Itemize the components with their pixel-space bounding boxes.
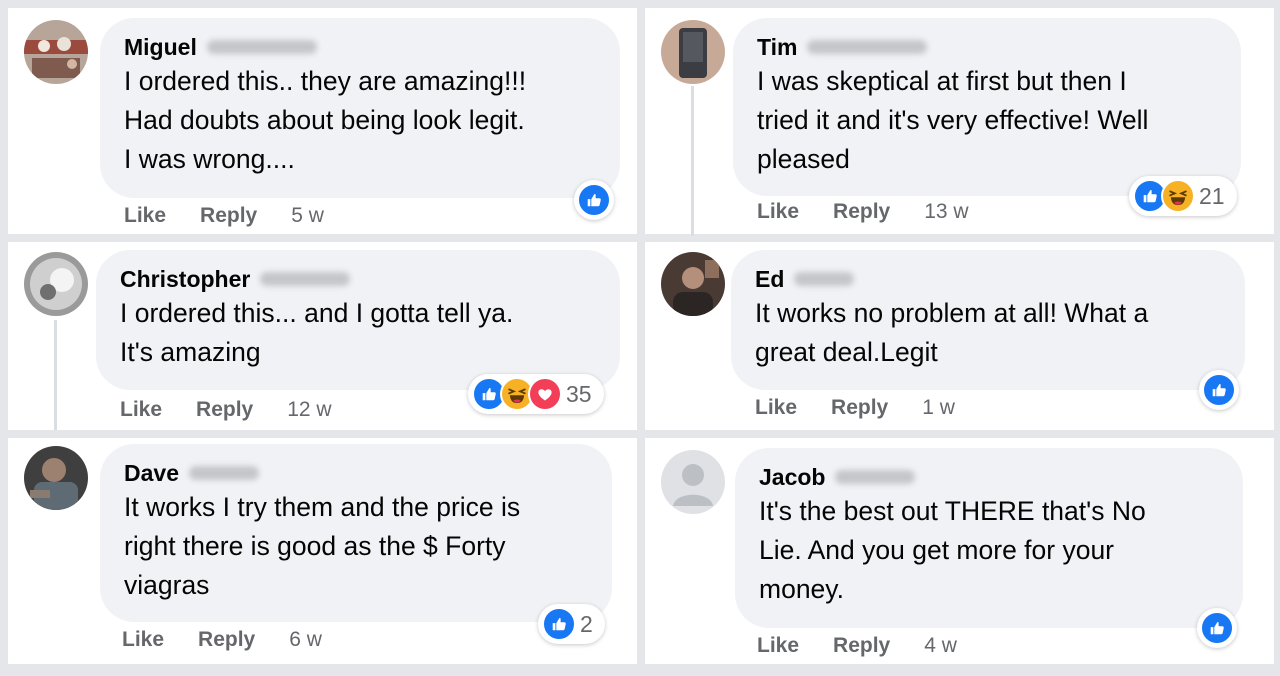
avatar[interactable] xyxy=(661,20,725,84)
love-icon xyxy=(528,377,562,411)
avatar[interactable] xyxy=(24,446,88,510)
like-icon xyxy=(542,607,576,641)
reply-button[interactable]: Reply xyxy=(198,628,255,652)
like-button[interactable]: Like xyxy=(757,634,799,658)
reply-button[interactable]: Reply xyxy=(833,634,890,658)
comment-bubble: Christopher I ordered this... and I gott… xyxy=(96,250,620,390)
like-icon xyxy=(1200,611,1234,645)
reaction-summary[interactable] xyxy=(1199,370,1239,410)
like-button[interactable]: Like xyxy=(755,396,797,420)
comment-actions: Like Reply 12 w xyxy=(120,398,332,422)
comment-text: I was skeptical at first but then I trie… xyxy=(757,66,1149,174)
comment-actions: Like Reply 13 w xyxy=(757,200,969,224)
redacted-surname xyxy=(188,466,259,480)
avatar-photo-icon xyxy=(24,20,88,84)
like-button[interactable]: Like xyxy=(120,398,162,422)
comment-card-christopher: Christopher I ordered this... and I gott… xyxy=(8,242,637,430)
comment-bubble: Tim I was skeptical at first but then I … xyxy=(733,18,1241,196)
comment-author[interactable]: Ed xyxy=(755,264,1221,294)
avatar-photo-icon xyxy=(24,252,88,316)
comment-actions: Like Reply 4 w xyxy=(757,634,957,658)
avatar[interactable] xyxy=(24,252,88,316)
comment-author[interactable]: Tim xyxy=(757,32,1217,62)
comment-text: It works I try them and the price is rig… xyxy=(124,492,521,600)
reaction-count: 35 xyxy=(566,380,592,407)
reply-button[interactable]: Reply xyxy=(831,396,888,420)
reaction-summary[interactable]: 2 xyxy=(538,604,605,644)
comment-timestamp[interactable]: 5 w xyxy=(291,204,324,228)
like-button[interactable]: Like xyxy=(122,628,164,652)
thread-line xyxy=(691,86,694,236)
reaction-count: 2 xyxy=(580,610,593,637)
reply-button[interactable]: Reply xyxy=(833,200,890,224)
comment-card-dave: Dave It works I try them and the price i… xyxy=(8,438,637,664)
avatar-photo-icon xyxy=(661,20,725,84)
comment-bubble: Ed It works no problem at all! What a gr… xyxy=(731,250,1245,390)
redacted-surname xyxy=(260,272,351,286)
reaction-count: 21 xyxy=(1199,182,1225,209)
comment-author[interactable]: Jacob xyxy=(759,462,1219,492)
comment-timestamp[interactable]: 4 w xyxy=(924,634,957,658)
comment-timestamp[interactable]: 1 w xyxy=(922,396,955,420)
reaction-summary[interactable]: 21 xyxy=(1129,176,1237,216)
haha-icon xyxy=(1161,179,1195,213)
reply-button[interactable]: Reply xyxy=(196,398,253,422)
comment-bubble: Dave It works I try them and the price i… xyxy=(100,444,612,622)
comment-timestamp[interactable]: 13 w xyxy=(924,200,968,224)
comment-timestamp[interactable]: 12 w xyxy=(287,398,331,422)
comment-author[interactable]: Miguel xyxy=(124,32,596,62)
reaction-summary[interactable] xyxy=(1197,608,1237,648)
comment-actions: Like Reply 5 w xyxy=(124,204,324,228)
comment-actions: Like Reply 1 w xyxy=(755,396,955,420)
comment-text: It's the best out THERE that's No Lie. A… xyxy=(759,496,1146,604)
like-button[interactable]: Like xyxy=(757,200,799,224)
avatar[interactable] xyxy=(661,450,725,514)
avatar-photo-icon xyxy=(661,252,725,316)
comment-timestamp[interactable]: 6 w xyxy=(289,628,322,652)
reaction-summary[interactable]: 35 xyxy=(468,374,604,414)
default-profile-icon xyxy=(661,450,725,514)
like-button[interactable]: Like xyxy=(124,204,166,228)
comment-card-miguel: Miguel I ordered this.. they are amazing… xyxy=(8,8,637,234)
redacted-surname xyxy=(807,40,928,54)
thread-line xyxy=(54,320,57,430)
reaction-summary[interactable] xyxy=(574,180,614,220)
avatar[interactable] xyxy=(24,20,88,84)
comment-text: It works no problem at all! What a great… xyxy=(755,298,1149,367)
comment-actions: Like Reply 6 w xyxy=(122,628,322,652)
comment-author[interactable]: Dave xyxy=(124,458,588,488)
redacted-surname xyxy=(835,470,916,484)
reply-button[interactable]: Reply xyxy=(200,204,257,228)
avatar[interactable] xyxy=(661,252,725,316)
redacted-surname xyxy=(794,272,855,286)
comment-author[interactable]: Christopher xyxy=(120,264,596,294)
comment-card-jacob: Jacob It's the best out THERE that's No … xyxy=(645,438,1274,664)
like-icon xyxy=(1202,373,1236,407)
comment-bubble: Jacob It's the best out THERE that's No … xyxy=(735,448,1243,628)
comment-text: I ordered this... and I gotta tell ya. I… xyxy=(120,298,514,367)
like-icon xyxy=(577,183,611,217)
comment-text: I ordered this.. they are amazing!!! Had… xyxy=(124,66,527,174)
comment-card-ed: Ed It works no problem at all! What a gr… xyxy=(645,242,1274,430)
avatar-photo-icon xyxy=(24,446,88,510)
redacted-surname xyxy=(206,40,317,54)
comment-card-tim: Tim I was skeptical at first but then I … xyxy=(645,8,1274,236)
comment-bubble: Miguel I ordered this.. they are amazing… xyxy=(100,18,620,198)
